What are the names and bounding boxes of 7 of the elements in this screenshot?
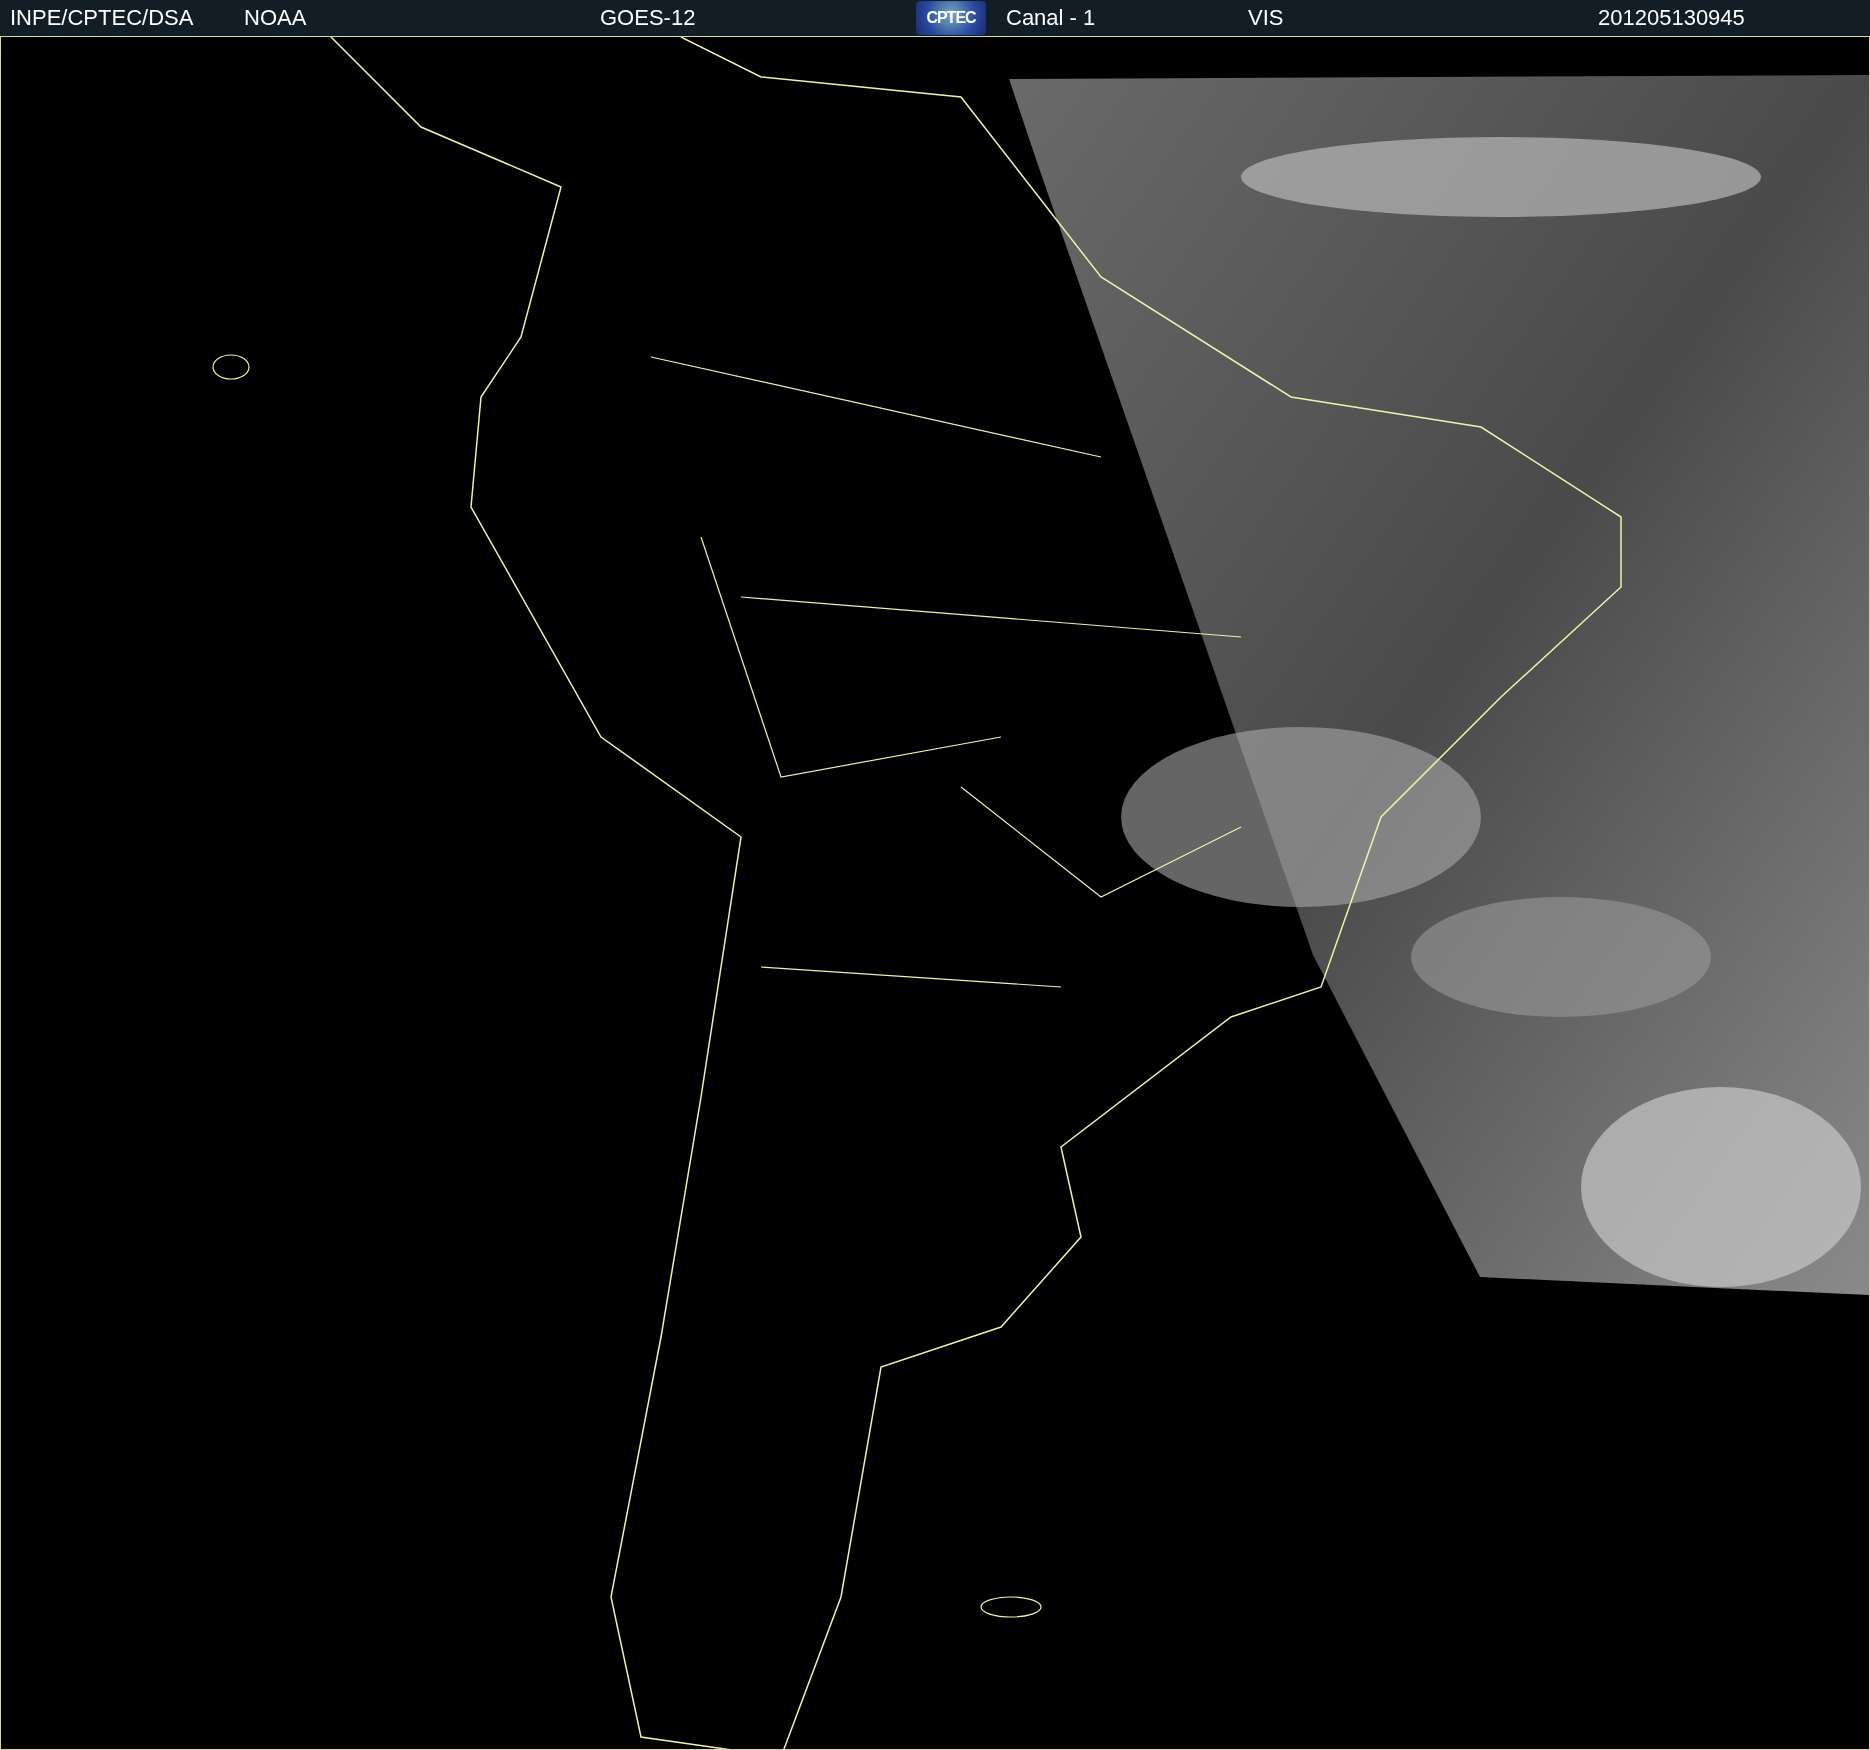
header-label: INPE/CPTEC/DSA bbox=[10, 5, 195, 31]
header-label: Canal - 1 bbox=[1006, 5, 1097, 31]
header-label: VIS bbox=[1248, 5, 1285, 31]
header-label: NOAA bbox=[244, 5, 308, 31]
header-label: 201205130945 bbox=[1598, 5, 1746, 31]
logo: CPTEC bbox=[916, 1, 986, 35]
header-label: GOES-12 bbox=[600, 5, 697, 31]
